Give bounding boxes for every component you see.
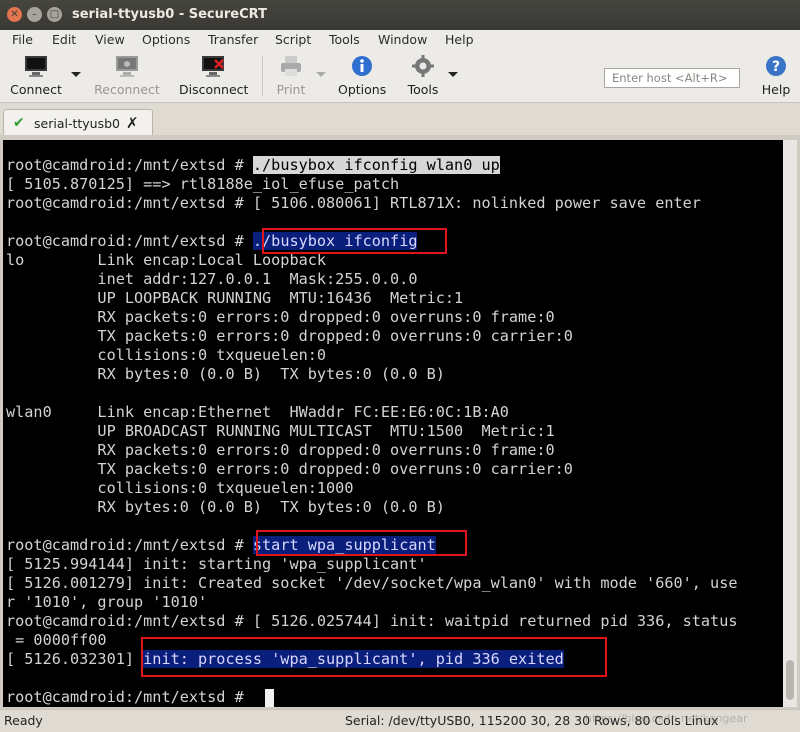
help-icon: ? [764, 54, 788, 78]
menu-help[interactable]: Help [445, 32, 474, 47]
svg-text:?: ? [772, 59, 780, 75]
highlight-box-process-exited [141, 637, 607, 677]
terminal-line: root@camdroid:/mnt/extsd # [6, 688, 253, 706]
terminal-line: RX packets:0 errors:0 dropped:0 overruns… [6, 308, 555, 326]
terminal-line: [ 5125.994144] init: starting 'wpa_suppl… [6, 555, 427, 573]
scrollbar-thumb[interactable] [786, 660, 794, 700]
tools-dropdown-caret[interactable] [448, 72, 458, 77]
terminal-line: inet addr:127.0.0.1 Mask:255.0.0.0 [6, 270, 418, 288]
disconnect-label: Disconnect [179, 82, 249, 97]
terminal-line-selected: ./busybox ifconfig wlan0 up [252, 156, 500, 174]
connect-button[interactable]: Connect [10, 54, 62, 97]
terminal-line: TX packets:0 errors:0 dropped:0 overruns… [6, 327, 573, 345]
menu-transfer[interactable]: Transfer [208, 32, 258, 47]
tab-serial-ttyusb0[interactable]: ✔ serial-ttyusb0 ✗ [3, 109, 153, 137]
print-label: Print [276, 82, 306, 97]
status-state: Ready [4, 713, 43, 728]
terminal-line: TX packets:0 errors:0 dropped:0 overruns… [6, 460, 573, 478]
session-tab-strip: ✔ serial-ttyusb0 ✗ [0, 103, 800, 137]
terminal-line: RX packets:0 errors:0 dropped:0 overruns… [6, 441, 555, 459]
print-button[interactable]: Print [274, 54, 308, 97]
reconnect-button[interactable]: Reconnect [94, 54, 160, 97]
gear-icon [411, 54, 435, 78]
terminal-line-segment: [ 5126.032301] [6, 650, 144, 668]
menu-options[interactable]: Options [142, 32, 190, 47]
menu-script[interactable]: Script [275, 32, 311, 47]
maximize-window-button[interactable]: □ [47, 7, 62, 22]
terminal-line-segment: root@camdroid:/mnt/extsd # [6, 536, 253, 554]
terminal-line: r '1010', group '1010' [6, 593, 208, 611]
connected-check-icon: ✔ [13, 115, 25, 131]
text-cursor [265, 689, 274, 707]
menu-bar: File Edit View Options Transfer Script T… [0, 30, 800, 50]
options-button[interactable]: Options [338, 54, 386, 97]
terminal-line: [ 5105.870125] ==> rtl8188e_iol_efuse_pa… [6, 175, 400, 193]
menu-tools[interactable]: Tools [329, 32, 360, 47]
terminal-line: wlan0 Link encap:Ethernet HWaddr FC:EE:E… [6, 403, 509, 421]
terminal-line: = 0000ff00 [6, 631, 107, 649]
terminal-line: collisions:0 txqueuelen:1000 [6, 479, 354, 497]
connect-dropdown-caret[interactable] [71, 72, 81, 77]
connect-label: Connect [10, 82, 62, 97]
terminal[interactable]: root@camdroid:/mnt/extsd # ./busybox ifc… [3, 140, 783, 707]
highlight-box-ifconfig [262, 228, 447, 254]
menu-edit[interactable]: Edit [52, 32, 76, 47]
tab-close-icon[interactable]: ✗ [126, 114, 139, 132]
terminal-line: RX bytes:0 (0.0 B) TX bytes:0 (0.0 B) [6, 365, 445, 383]
tools-label: Tools [407, 82, 439, 97]
menu-file[interactable]: File [12, 32, 33, 47]
terminal-scrollbar[interactable] [783, 140, 797, 707]
printer-icon [279, 54, 303, 78]
terminal-line-segment: root@camdroid:/mnt/extsd # [6, 232, 253, 250]
menu-window[interactable]: Window [378, 32, 427, 47]
reconnect-monitor-icon [115, 54, 139, 78]
terminal-line: collisions:0 txqueuelen:0 [6, 346, 327, 364]
disconnect-monitor-icon [201, 54, 225, 78]
tab-label: serial-ttyusb0 [34, 116, 120, 131]
title-bar: ✕ – □ serial-ttyusb0 - SecureCRT [0, 0, 800, 30]
disconnect-button[interactable]: Disconnect [179, 54, 249, 97]
toolbar-separator [262, 56, 263, 96]
menu-view[interactable]: View [95, 32, 125, 47]
terminal-line: UP BROADCAST RUNNING MULTICAST MTU:1500 … [6, 422, 555, 440]
monitor-icon [24, 54, 48, 78]
info-icon [350, 54, 374, 78]
print-dropdown-caret[interactable] [316, 72, 326, 77]
watermark: https://blog.csdn.net/kangear [585, 712, 748, 725]
enter-host-input[interactable]: Enter host <Alt+R> [604, 68, 740, 88]
help-label: Help [761, 82, 791, 97]
tools-button[interactable]: Tools [406, 54, 440, 97]
reconnect-label: Reconnect [94, 82, 160, 97]
help-button[interactable]: ? Help [760, 54, 792, 97]
terminal-line-segment: root@camdroid:/mnt/extsd # [6, 156, 253, 174]
terminal-line: RX bytes:0 (0.0 B) TX bytes:0 (0.0 B) [6, 498, 445, 516]
terminal-line: UP LOOPBACK RUNNING MTU:16436 Metric:1 [6, 289, 464, 307]
window-title: serial-ttyusb0 - SecureCRT [72, 7, 267, 22]
terminal-line: root@camdroid:/mnt/extsd # ./busybox ifc… [6, 156, 500, 175]
close-window-button[interactable]: ✕ [7, 7, 22, 22]
terminal-line: [ 5126.001279] init: Created socket '/de… [6, 574, 738, 592]
terminal-line: root@camdroid:/mnt/extsd # [ 5126.025744… [6, 612, 738, 630]
highlight-box-start-wpa [256, 530, 467, 556]
terminal-line: root@camdroid:/mnt/extsd # [ 5106.080061… [6, 194, 701, 212]
options-label: Options [338, 82, 387, 97]
minimize-window-button[interactable]: – [27, 7, 42, 22]
